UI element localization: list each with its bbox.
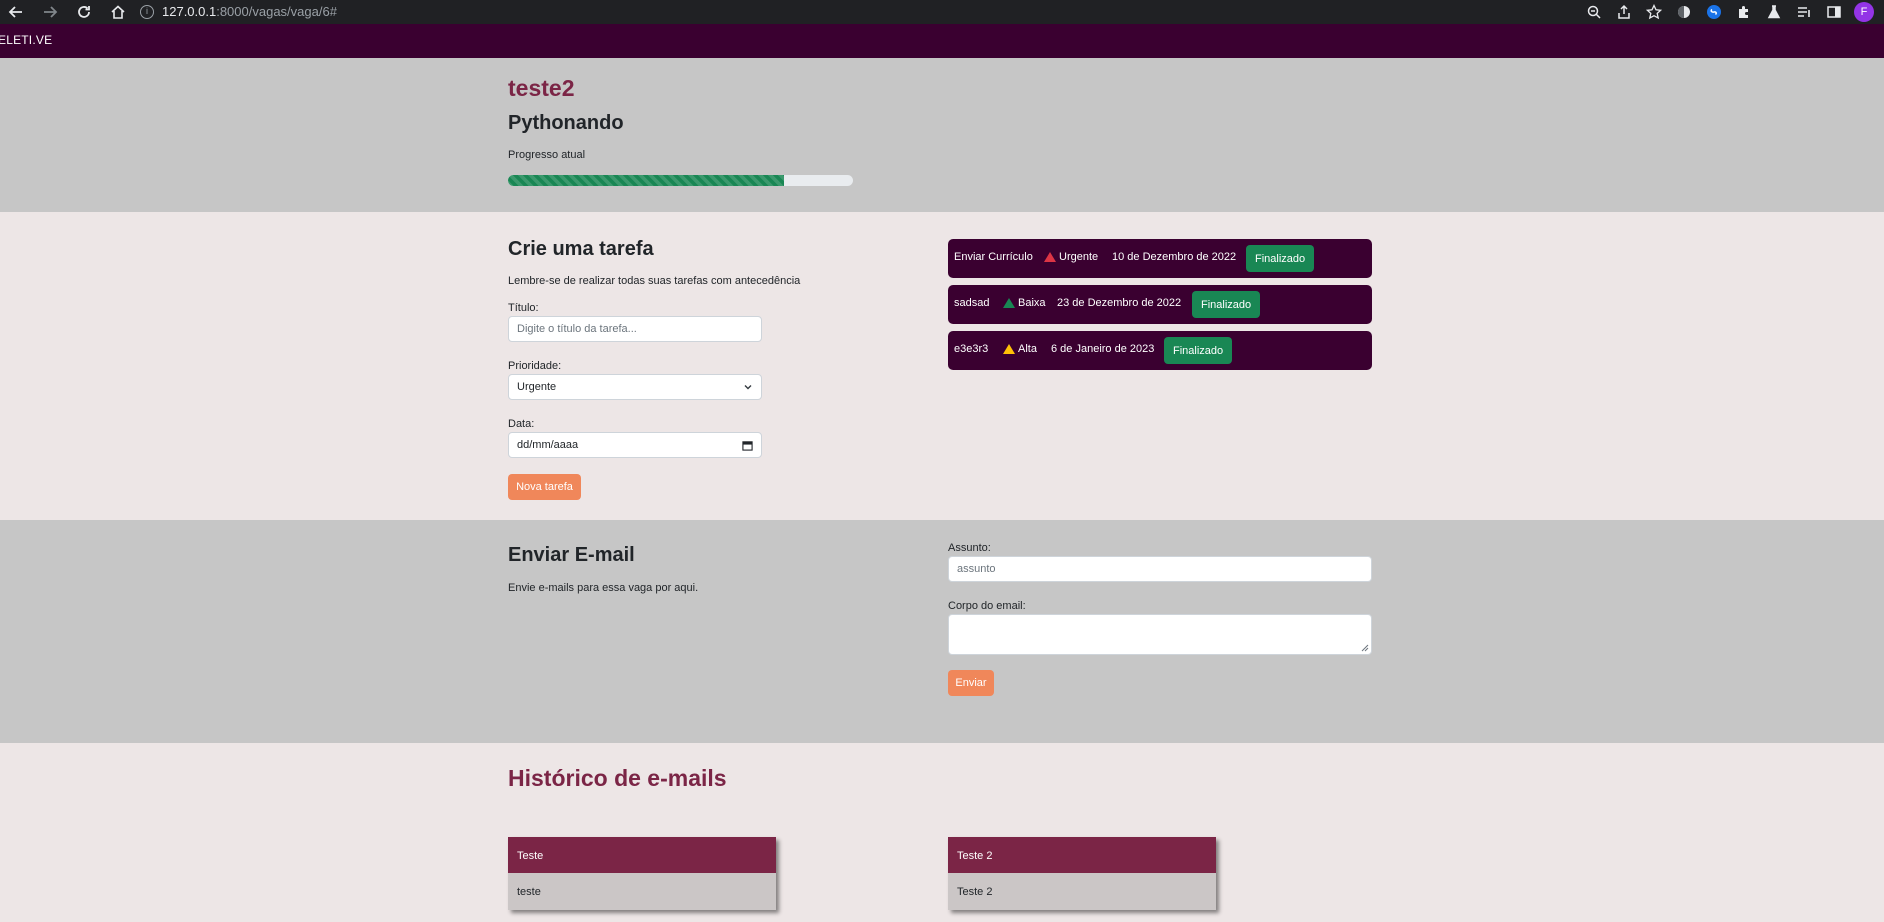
browser-toolbar: i 127.0.0.1:8000/vagas/vaga/6# F	[0, 0, 1884, 24]
extension-shazam-icon[interactable]	[1704, 2, 1724, 22]
progress-label: Progresso atual	[508, 149, 586, 161]
tasks-section: Crie uma tarefa Lembre-se de realizar to…	[0, 212, 1884, 520]
task-date: 10 de Dezembro de 2022	[1112, 251, 1237, 263]
resize-handle-icon[interactable]	[1361, 644, 1369, 652]
task-item: sadsad Baixa 23 de Dezembro de 2022 Fina…	[948, 285, 1372, 324]
priority-urgent-icon	[1044, 252, 1056, 262]
url-path: :8000/vagas/vaga/6#	[216, 4, 337, 19]
task-priority-text: Alta	[1018, 343, 1037, 355]
email-form-hint: Envie e-mails para essa vaga por aqui.	[508, 582, 699, 594]
new-task-button[interactable]: Nova tarefa	[508, 474, 581, 500]
task-date: 23 de Dezembro de 2022	[1057, 297, 1182, 309]
task-title: e3e3r3	[954, 343, 989, 355]
company-name: Pythonando	[508, 112, 624, 134]
task-priority-value: Urgente	[517, 381, 557, 393]
brand-logo-text[interactable]: ELETI.VE	[0, 33, 52, 47]
progress-track	[508, 175, 853, 186]
info-icon[interactable]: i	[140, 5, 154, 19]
task-item: e3e3r3 Alta 6 de Janeiro de 2023 Finaliz…	[948, 331, 1372, 370]
job-header: teste2 Pythonando Progresso atual	[0, 58, 1884, 212]
forward-icon[interactable]	[40, 2, 60, 22]
send-email-button[interactable]: Enviar	[948, 670, 994, 696]
bookmark-star-icon[interactable]	[1644, 2, 1664, 22]
email-body-label: Corpo do email:	[948, 600, 1026, 612]
email-form-heading: Enviar E-mail	[508, 544, 635, 566]
email-subject-label: Assunto:	[948, 542, 991, 554]
task-priority: Baixa	[1003, 297, 1046, 309]
priority-high-icon	[1003, 344, 1015, 354]
extension-dark-mode-icon[interactable]	[1674, 2, 1694, 22]
side-panel-icon[interactable]	[1824, 2, 1844, 22]
task-finished-button[interactable]: Finalizado	[1192, 291, 1261, 318]
zoom-icon[interactable]	[1584, 2, 1604, 22]
email-card[interactable]: Teste 2 Teste 2	[948, 837, 1216, 910]
task-finished-button[interactable]: Finalizado	[1246, 245, 1315, 272]
labs-flask-icon[interactable]	[1764, 2, 1784, 22]
email-card-subject: Teste	[508, 837, 776, 873]
back-icon[interactable]	[6, 2, 26, 22]
url-host: 127.0.0.1	[162, 4, 217, 19]
email-card-subject: Teste 2	[948, 837, 1216, 873]
progress-bar-fill	[508, 175, 784, 186]
email-section: Enviar E-mail Envie e-mails para essa va…	[0, 520, 1884, 743]
extensions-puzzle-icon[interactable]	[1734, 2, 1754, 22]
task-priority-text: Urgente	[1059, 251, 1099, 263]
email-history-section: Histórico de e-mails Teste teste Teste 2…	[0, 743, 1884, 922]
home-icon[interactable]	[108, 2, 128, 22]
email-card[interactable]: Teste teste	[508, 837, 776, 910]
task-form-heading: Crie uma tarefa	[508, 238, 654, 260]
reading-list-icon[interactable]	[1794, 2, 1814, 22]
address-bar[interactable]: i 127.0.0.1:8000/vagas/vaga/6#	[140, 3, 337, 21]
email-body-textarea[interactable]	[948, 614, 1372, 655]
task-date-value: dd/mm/aaaa	[517, 439, 579, 451]
task-finished-button[interactable]: Finalizado	[1164, 337, 1233, 364]
profile-avatar[interactable]: F	[1854, 2, 1874, 22]
job-title: teste2	[508, 75, 575, 101]
task-priority-text: Baixa	[1018, 297, 1046, 309]
calendar-icon[interactable]	[742, 440, 753, 451]
email-history-heading: Histórico de e-mails	[508, 765, 727, 791]
chevron-down-icon	[744, 385, 752, 390]
task-title: Enviar Currículo	[954, 251, 1033, 263]
app-navbar: ELETI.VE	[0, 24, 1884, 58]
task-form-hint: Lembre-se de realizar todas suas tarefas…	[508, 275, 801, 287]
email-card-body: teste	[508, 873, 776, 910]
task-priority: Alta	[1003, 343, 1037, 355]
task-date-input[interactable]: dd/mm/aaaa	[508, 432, 762, 458]
task-item: Enviar Currículo Urgente 10 de Dezembro …	[948, 239, 1372, 278]
task-title: sadsad	[954, 297, 990, 309]
task-date: 6 de Janeiro de 2023	[1051, 343, 1155, 355]
share-icon[interactable]	[1614, 2, 1634, 22]
priority-low-icon	[1003, 298, 1015, 308]
email-card-body: Teste 2	[948, 873, 1216, 910]
task-priority-select[interactable]: Urgente	[508, 374, 762, 400]
task-priority: Urgente	[1044, 251, 1098, 263]
task-title-label: Título:	[508, 302, 539, 314]
email-subject-input[interactable]	[948, 556, 1372, 582]
task-date-label: Data:	[508, 418, 535, 430]
task-title-input[interactable]	[508, 316, 762, 342]
task-priority-label: Prioridade:	[508, 360, 562, 372]
reload-icon[interactable]	[74, 2, 94, 22]
